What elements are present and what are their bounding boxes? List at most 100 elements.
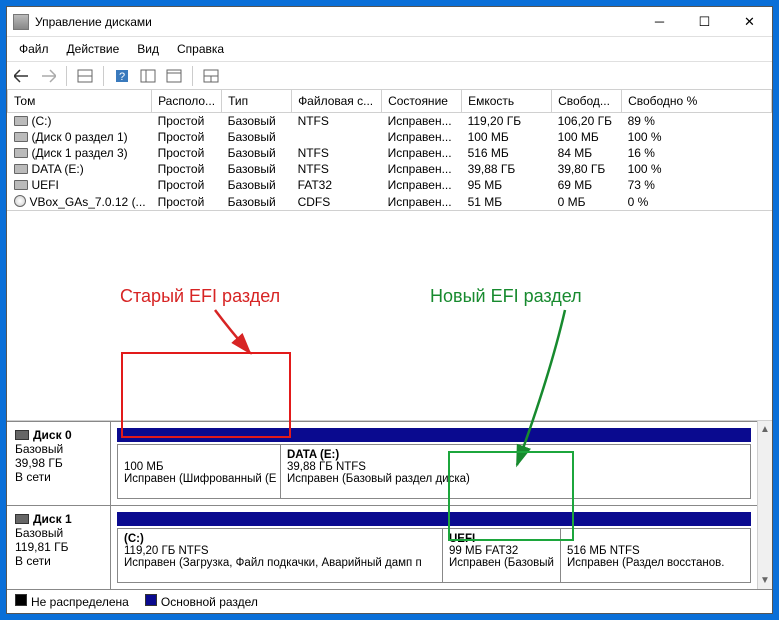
volume-row[interactable]: (Диск 0 раздел 1)ПростойБазовыйИсправен.… — [8, 129, 772, 145]
disk-layout: 100 МБИсправен (Шифрованный (EDATA (E:)3… — [111, 422, 757, 505]
minimize-button[interactable]: ─ — [637, 7, 682, 36]
window-title: Управление дисками — [35, 15, 637, 29]
volume-free: 84 МБ — [552, 145, 622, 161]
toolbar-opt3-button[interactable] — [200, 65, 222, 87]
legend-primary-label: Основной раздел — [161, 595, 258, 609]
volume-capacity: 119,20 ГБ — [462, 113, 552, 130]
volume-name: VBox_GAs_7.0.12 (... — [30, 195, 146, 209]
volume-layout: Простой — [152, 145, 222, 161]
volume-status: Исправен... — [382, 145, 462, 161]
disk-status: В сети — [15, 554, 51, 568]
back-button[interactable] — [11, 65, 33, 87]
volume-header-row[interactable]: Том Располо... Тип Файловая с... Состоян… — [8, 90, 772, 113]
partition-title: DATA (E:) — [287, 449, 744, 461]
disk-size: 119,81 ГБ — [15, 540, 69, 554]
toolbar-opt1-button[interactable] — [137, 65, 159, 87]
partition-row: (C:)119,20 ГБ NTFSИсправен (Загрузка, Фа… — [117, 528, 751, 583]
volume-status: Исправен... — [382, 113, 462, 130]
volume-row[interactable]: DATA (E:)ПростойБазовыйNTFSИсправен...39… — [8, 161, 772, 177]
disk-icon — [15, 430, 29, 440]
scroll-up-icon[interactable]: ▲ — [758, 421, 772, 438]
volume-row[interactable]: (Диск 1 раздел 3)ПростойБазовыйNTFSИспра… — [8, 145, 772, 161]
legend-unallocated-label: Не распределена — [31, 595, 129, 609]
disk-panel[interactable]: Диск 0Базовый39,98 ГБВ сети 100 МБИсправ… — [7, 421, 757, 505]
partition[interactable]: UEFI99 МБ FAT32Исправен (Базовый — [443, 528, 561, 583]
legend-unallocated-swatch — [15, 594, 27, 606]
col-volume[interactable]: Том — [8, 90, 152, 113]
close-button[interactable]: ✕ — [727, 7, 772, 36]
volume-icon — [14, 195, 26, 207]
titlebar: Управление дисками ─ ☐ ✕ — [7, 7, 772, 37]
menu-help[interactable]: Справка — [169, 39, 232, 59]
col-freepct[interactable]: Свободно % — [622, 90, 772, 113]
toolbar-opt2-button[interactable] — [163, 65, 185, 87]
col-layout[interactable]: Располо... — [152, 90, 222, 113]
volume-name: UEFI — [32, 178, 59, 192]
forward-button[interactable] — [37, 65, 59, 87]
volume-name: (Диск 1 раздел 3) — [32, 146, 128, 160]
disk-size: 39,98 ГБ — [15, 456, 63, 470]
volume-freepct: 100 % — [622, 129, 772, 145]
volume-name: (Диск 0 раздел 1) — [32, 130, 128, 144]
volume-capacity: 51 МБ — [462, 193, 552, 210]
scroll-down-icon[interactable]: ▼ — [758, 572, 772, 589]
volume-layout: Простой — [152, 113, 222, 130]
partition-status: Исправен (Базовый раздел диска) — [287, 473, 744, 485]
partition[interactable]: DATA (E:)39,88 ГБ NTFSИсправен (Базовый … — [281, 444, 751, 499]
list-whitespace — [7, 211, 772, 421]
volume-layout: Простой — [152, 193, 222, 210]
menu-action[interactable]: Действие — [59, 39, 128, 59]
volume-type: Базовый — [222, 161, 292, 177]
disk-type: Базовый — [15, 526, 63, 540]
disk-name: Диск 0 — [33, 428, 72, 442]
volume-fs: CDFS — [292, 193, 382, 210]
partition[interactable]: (C:)119,20 ГБ NTFSИсправен (Загрузка, Фа… — [117, 528, 443, 583]
menu-file[interactable]: Файл — [11, 39, 57, 59]
volume-row[interactable]: (C:)ПростойБазовыйNTFSИсправен...119,20 … — [8, 113, 772, 130]
volume-row[interactable]: VBox_GAs_7.0.12 (...ПростойБазовыйCDFSИс… — [8, 193, 772, 210]
volume-status: Исправен... — [382, 177, 462, 193]
partition[interactable]: 100 МБИсправен (Шифрованный (E — [117, 444, 281, 499]
maximize-button[interactable]: ☐ — [682, 7, 727, 36]
volume-freepct: 100 % — [622, 161, 772, 177]
volume-free: 0 МБ — [552, 193, 622, 210]
volume-type: Базовый — [222, 193, 292, 210]
help-button[interactable]: ? — [111, 65, 133, 87]
volume-type: Базовый — [222, 177, 292, 193]
menu-view[interactable]: Вид — [129, 39, 167, 59]
disk-panel[interactable]: Диск 1Базовый119,81 ГБВ сети(C:)119,20 Г… — [7, 505, 757, 589]
volume-layout: Простой — [152, 177, 222, 193]
volume-row[interactable]: UEFIПростойБазовыйFAT32Исправен...95 МБ6… — [8, 177, 772, 193]
volume-freepct: 0 % — [622, 193, 772, 210]
volume-icon — [14, 180, 28, 190]
disk-management-window: Управление дисками ─ ☐ ✕ Файл Действие В… — [6, 6, 773, 614]
volume-freepct: 89 % — [622, 113, 772, 130]
volume-name: DATA (E:) — [32, 162, 84, 176]
col-status[interactable]: Состояние — [382, 90, 462, 113]
col-capacity[interactable]: Емкость — [462, 90, 552, 113]
volume-icon — [14, 116, 28, 126]
partition[interactable]: 516 МБ NTFSИсправен (Раздел восстанов. — [561, 528, 751, 583]
col-free[interactable]: Свобод... — [552, 90, 622, 113]
partition-size: 100 МБ — [124, 461, 274, 473]
volume-free: 69 МБ — [552, 177, 622, 193]
disk-stripe — [117, 512, 751, 526]
volume-type: Базовый — [222, 113, 292, 130]
col-type[interactable]: Тип — [222, 90, 292, 113]
volume-fs: NTFS — [292, 113, 382, 130]
volume-list[interactable]: Том Располо... Тип Файловая с... Состоян… — [7, 90, 772, 211]
vertical-scrollbar[interactable]: ▲ ▼ — [757, 421, 772, 589]
volume-free: 106,20 ГБ — [552, 113, 622, 130]
volume-type: Базовый — [222, 145, 292, 161]
partition-size: 39,88 ГБ NTFS — [287, 461, 744, 473]
partition-size: 99 МБ FAT32 — [449, 545, 554, 557]
disk-status: В сети — [15, 470, 51, 484]
disk-type: Базовый — [15, 442, 63, 456]
menubar: Файл Действие Вид Справка — [7, 37, 772, 62]
col-fs[interactable]: Файловая с... — [292, 90, 382, 113]
svg-text:?: ? — [119, 71, 125, 83]
view-panes-button[interactable] — [74, 65, 96, 87]
volume-layout: Простой — [152, 129, 222, 145]
disk-stripe — [117, 428, 751, 442]
disk-icon — [15, 514, 29, 524]
